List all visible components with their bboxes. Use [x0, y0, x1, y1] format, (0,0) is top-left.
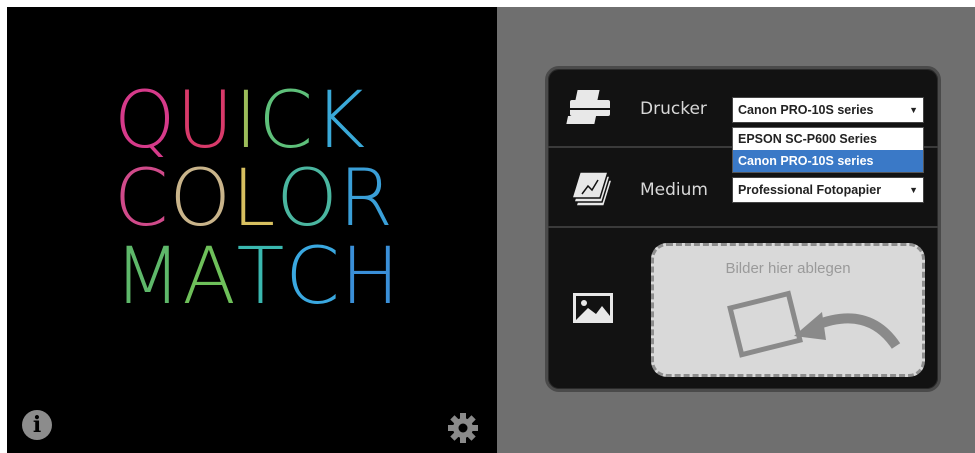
info-icon[interactable]: i: [22, 410, 52, 440]
medium-select[interactable]: Professional Fotopapier ▼: [732, 177, 924, 203]
logo-letter: A: [182, 232, 237, 322]
logo-letter: T: [236, 232, 286, 322]
quick-color-match-logo: QUICK COLOR MATCH: [114, 82, 399, 322]
logo-letter: R: [338, 154, 394, 244]
printer-select-value: Canon PRO-10S series: [738, 103, 874, 117]
row-divider: [548, 226, 938, 228]
printer-option-epson[interactable]: EPSON SC-P600 Series: [733, 128, 923, 150]
printer-label: Drucker: [640, 99, 707, 119]
logo-letter: U: [176, 76, 235, 166]
paper-stack-icon: [570, 171, 614, 207]
gear-icon[interactable]: [446, 411, 480, 445]
logo-letter: O: [276, 154, 339, 244]
logo-letter: K: [313, 76, 367, 166]
logo-letter: I: [234, 76, 259, 166]
medium-label: Medium: [640, 180, 708, 200]
logo-letter: O: [169, 154, 232, 244]
logo-letter: M: [114, 232, 183, 322]
logo-letter: Q: [114, 76, 177, 166]
logo-line: MATCH: [114, 232, 399, 322]
printer-option-canon[interactable]: Canon PRO-10S series: [733, 150, 923, 172]
logo-letter: C: [285, 232, 341, 322]
chevron-down-icon: ▼: [909, 105, 918, 115]
logo-letter: C: [114, 154, 170, 244]
chevron-down-icon: ▼: [909, 185, 918, 195]
printer-select[interactable]: Canon PRO-10S series ▼: [732, 97, 924, 123]
medium-select-value: Professional Fotopapier: [738, 183, 882, 197]
logo-letter: H: [340, 232, 401, 322]
logo-letter: L: [231, 154, 277, 244]
logo-line: QUICK: [114, 82, 394, 160]
logo-line: COLOR: [114, 160, 394, 238]
printer-icon: [566, 90, 610, 124]
logo-letter: C: [258, 76, 314, 166]
printer-dropdown-list: EPSON SC-P600 Series Canon PRO-10S serie…: [732, 127, 924, 173]
image-icon: [573, 293, 613, 323]
image-drop-zone[interactable]: Bilder hier ablegen: [651, 243, 925, 377]
drop-zone-label: Bilder hier ablegen: [725, 260, 851, 277]
drag-image-illustration: [727, 290, 901, 358]
